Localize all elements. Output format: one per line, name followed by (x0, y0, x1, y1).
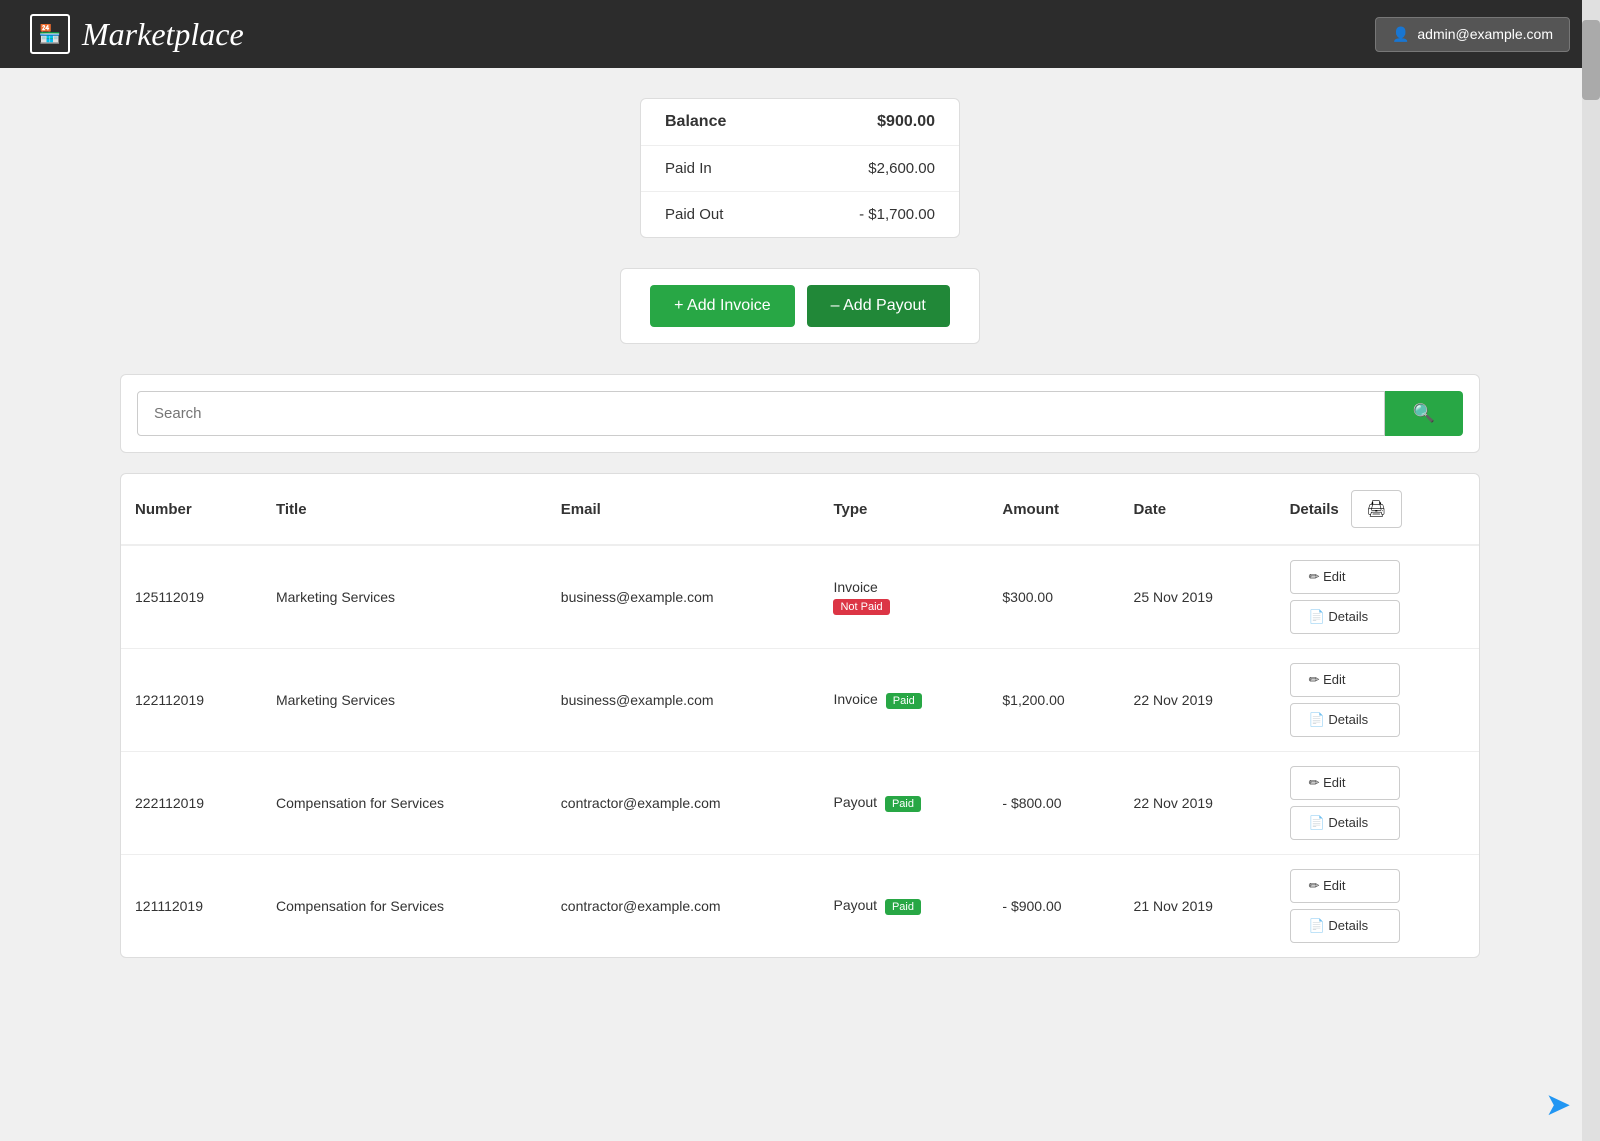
app-title: Marketplace (82, 16, 244, 53)
col-number: Number (121, 474, 262, 545)
paid-in-label: Paid In (665, 160, 712, 177)
user-email: admin@example.com (1417, 26, 1553, 42)
paid-in-value: $2,600.00 (868, 160, 935, 177)
table-header-row: Number Title Email Type Amount Date Deta… (121, 474, 1479, 545)
details-button[interactable]: 📄 Details (1290, 703, 1400, 737)
cell-date: 22 Nov 2019 (1120, 649, 1276, 752)
paid-out-row: Paid Out - $1,700.00 (641, 192, 959, 237)
col-amount: Amount (988, 474, 1119, 545)
edit-button[interactable]: ✏ Edit (1290, 869, 1400, 903)
cell-details: ✏ Edit 📄 Details (1276, 752, 1479, 855)
table-row: 121112019 Compensation for Services cont… (121, 855, 1479, 958)
cell-type: Invoice Paid (819, 649, 988, 752)
logo-area: 🏪 Marketplace (30, 14, 244, 54)
paid-out-value: - $1,700.00 (859, 206, 935, 223)
edit-button[interactable]: ✏ Edit (1290, 663, 1400, 697)
user-menu[interactable]: 👤 admin@example.com (1375, 17, 1570, 52)
col-title: Title (262, 474, 547, 545)
paid-in-row: Paid In $2,600.00 (641, 146, 959, 192)
col-details: Details 🖨 (1276, 474, 1479, 545)
table-row: 222112019 Compensation for Services cont… (121, 752, 1479, 855)
cell-title: Marketing Services (262, 649, 547, 752)
cell-type: Payout Paid (819, 855, 988, 958)
marketplace-icon: 🏪 (30, 14, 70, 54)
cell-details: ✏ Edit 📄 Details (1276, 545, 1479, 649)
user-icon: 👤 (1392, 26, 1409, 43)
cell-type: Invoice Not Paid (819, 545, 988, 649)
paid-badge: Paid (885, 899, 921, 915)
cell-title: Compensation for Services (262, 752, 547, 855)
search-bar: 🔍 (120, 374, 1480, 453)
scrollbar[interactable] (1582, 0, 1600, 1141)
col-type: Type (819, 474, 988, 545)
add-payout-button[interactable]: – Add Payout (807, 285, 950, 327)
balance-label: Balance (665, 113, 726, 131)
action-buttons-container: + Add Invoice – Add Payout (620, 268, 980, 344)
cell-email: business@example.com (547, 545, 820, 649)
table-row: 122112019 Marketing Services business@ex… (121, 649, 1479, 752)
table-row: 125112019 Marketing Services business@ex… (121, 545, 1479, 649)
cell-number: 125112019 (121, 545, 262, 649)
main-content: Balance $900.00 Paid In $2,600.00 Paid O… (0, 68, 1600, 988)
add-invoice-button[interactable]: + Add Invoice (650, 285, 795, 327)
balance-value: $900.00 (877, 113, 935, 131)
paid-badge: Paid (885, 796, 921, 812)
cell-details: ✏ Edit 📄 Details (1276, 649, 1479, 752)
details-button[interactable]: 📄 Details (1290, 600, 1400, 634)
details-button[interactable]: 📄 Details (1290, 909, 1400, 943)
cell-type: Payout Paid (819, 752, 988, 855)
cell-date: 25 Nov 2019 (1120, 545, 1276, 649)
edit-button[interactable]: ✏ Edit (1290, 766, 1400, 800)
header: 🏪 Marketplace 👤 admin@example.com (0, 0, 1600, 68)
not-paid-badge: Not Paid (833, 599, 889, 615)
cell-title: Marketing Services (262, 545, 547, 649)
print-button[interactable]: 🖨 (1351, 490, 1401, 528)
cell-amount: - $900.00 (988, 855, 1119, 958)
cell-email: contractor@example.com (547, 752, 820, 855)
cell-title: Compensation for Services (262, 855, 547, 958)
search-button[interactable]: 🔍 (1385, 391, 1463, 436)
details-button[interactable]: 📄 Details (1290, 806, 1400, 840)
edit-button[interactable]: ✏ Edit (1290, 560, 1400, 594)
cell-date: 21 Nov 2019 (1120, 855, 1276, 958)
col-date: Date (1120, 474, 1276, 545)
cell-amount: - $800.00 (988, 752, 1119, 855)
balance-card: Balance $900.00 Paid In $2,600.00 Paid O… (640, 98, 960, 238)
search-input[interactable] (137, 391, 1385, 436)
cell-email: business@example.com (547, 649, 820, 752)
invoices-table: Number Title Email Type Amount Date Deta… (121, 474, 1479, 957)
cell-number: 121112019 (121, 855, 262, 958)
cell-number: 222112019 (121, 752, 262, 855)
cell-number: 122112019 (121, 649, 262, 752)
col-email: Email (547, 474, 820, 545)
cell-date: 22 Nov 2019 (1120, 752, 1276, 855)
invoices-table-container: Number Title Email Type Amount Date Deta… (120, 473, 1480, 958)
cell-amount: $1,200.00 (988, 649, 1119, 752)
paid-badge: Paid (886, 693, 922, 709)
cell-details: ✏ Edit 📄 Details (1276, 855, 1479, 958)
paid-out-label: Paid Out (665, 206, 723, 223)
cell-amount: $300.00 (988, 545, 1119, 649)
scrollbar-thumb[interactable] (1582, 20, 1600, 100)
nav-arrow-icon[interactable]: ➤ (1547, 1088, 1570, 1121)
cell-email: contractor@example.com (547, 855, 820, 958)
balance-row: Balance $900.00 (641, 99, 959, 146)
